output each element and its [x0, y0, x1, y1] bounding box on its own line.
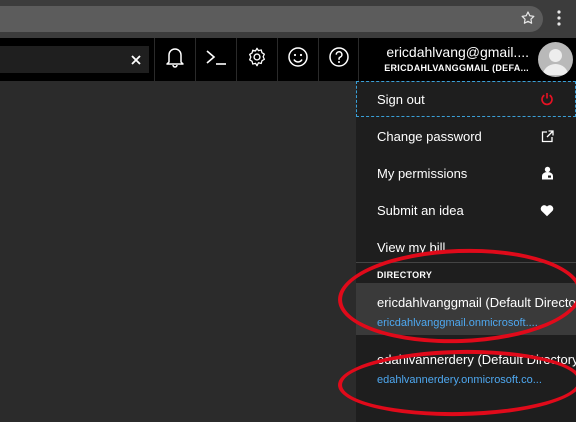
avatar: [538, 42, 573, 77]
sign-out-menu-item[interactable]: Sign out: [356, 81, 576, 117]
browser-toolbar: [0, 0, 576, 38]
person-badge-icon: [539, 165, 555, 181]
directory-name: ericdahlvanggmail (Default Directo: [377, 295, 576, 310]
account-dropdown: Sign out Change password My permissions …: [356, 81, 576, 422]
menu-item-label: My permissions: [377, 165, 468, 181]
account-menu-button[interactable]: ericdahlvang@gmail.... ERICDAHLVANGGMAIL…: [358, 38, 576, 81]
feedback-button[interactable]: [277, 38, 318, 81]
settings-button[interactable]: [236, 38, 277, 81]
menu-item-label: Submit an idea: [377, 202, 464, 218]
directory-domain: edahlvannerdery.onmicrosoft.co...: [377, 374, 542, 386]
menu-item-label: Sign out: [377, 91, 425, 107]
address-bar[interactable]: [0, 6, 543, 32]
menu-divider: [356, 262, 576, 263]
cloud-shell-button[interactable]: [195, 38, 236, 81]
close-icon[interactable]: [126, 46, 146, 73]
browser-menu-icon[interactable]: [550, 6, 568, 30]
help-question-icon: [328, 46, 350, 73]
my-permissions-menu-item[interactable]: My permissions: [356, 155, 576, 191]
portal-header: ericdahlvang@gmail.... ERICDAHLVANGGMAIL…: [0, 38, 576, 81]
directory-domain: ericdahlvanggmail.onmicrosoft....: [377, 317, 538, 329]
external-link-icon: [539, 128, 555, 144]
bell-icon: [165, 46, 185, 73]
smiley-icon: [287, 46, 309, 73]
directory-item-edahlvannerdery[interactable]: edahlvannerdery (Default Directory edahl…: [356, 340, 576, 392]
bookmark-star-icon[interactable]: [516, 6, 540, 30]
directory-item-ericdahlvanggmail[interactable]: ericdahlvanggmail (Default Directo ericd…: [356, 283, 576, 335]
help-button[interactable]: [318, 38, 359, 81]
submit-idea-menu-item[interactable]: Submit an idea: [356, 192, 576, 228]
power-icon: [539, 91, 555, 107]
gear-icon: [246, 46, 268, 73]
account-email: ericdahlvang@gmail....: [386, 44, 529, 60]
view-my-bill-menu-item[interactable]: View my bill: [356, 229, 576, 265]
change-password-menu-item[interactable]: Change password: [356, 118, 576, 154]
heart-icon: [539, 202, 555, 218]
notifications-button[interactable]: [154, 38, 195, 81]
menu-item-label: Change password: [377, 128, 482, 144]
menu-item-label: View my bill: [377, 239, 446, 255]
search-input[interactable]: [0, 46, 149, 73]
directory-name: edahlvannerdery (Default Directory: [377, 352, 576, 367]
directory-section-header: DIRECTORY: [377, 270, 433, 280]
account-directory: ERICDAHLVANGGMAIL (DEFA...: [384, 63, 529, 73]
terminal-prompt-icon: [205, 48, 227, 71]
